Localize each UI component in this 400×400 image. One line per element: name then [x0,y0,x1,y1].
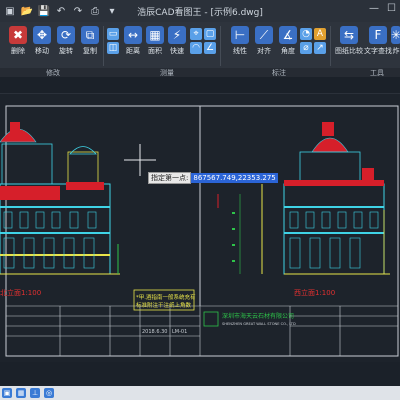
osnap-icon[interactable]: ◎ [44,388,54,398]
tooltip-coordinate-input[interactable]: 867567.749,22353.275 [191,172,278,183]
text-find-button[interactable]: F 文字查找 [364,26,392,56]
company-name-en: SHENZHEN GREAT WALL STONE CO., LTD [222,322,296,326]
copy-button[interactable]: ⧉ 复制 [78,26,102,56]
angle-dim-icon: ∡ [279,26,297,44]
move-button[interactable]: ✥ 移动 [30,26,54,56]
snap-icon[interactable]: ▣ [2,388,12,398]
left-elevation-drawing [0,122,120,275]
coordinate-tooltip: 指定第一点: 867567.749,22353.275 [148,171,278,184]
ortho-icon[interactable]: ⊥ [30,388,40,398]
explode-icon: ✳ [390,26,400,44]
perimeter-icon[interactable]: ▢ [204,28,216,40]
distance-button[interactable]: ↔ 距离 [121,26,145,56]
compare-icon: ⇆ [340,26,358,44]
company-logo-icon [203,311,219,327]
tooltip-label: 指定第一点: [148,171,192,184]
ribbon-separator [220,26,221,66]
area-button[interactable]: ▦ 面积 [143,26,167,56]
print-icon[interactable]: ⎙ [89,5,101,17]
move-icon: ✥ [33,26,51,44]
minimize-icon[interactable]: — [369,3,379,14]
dropdown-icon[interactable]: ▾ [106,5,118,17]
status-bar: ▣ ▦ ⊥ ◎ [0,386,400,400]
save-icon[interactable]: 💾 [38,5,50,17]
title-block-code: LM-01 [172,329,187,335]
area-icon: ▦ [146,26,164,44]
app-logo-icon[interactable]: ▣ [4,5,16,17]
arc-length-icon[interactable]: ◠ [190,42,202,54]
text-find-icon: F [369,26,387,44]
right-elevation-drawing [217,122,390,275]
quick-measure-button[interactable]: ⚡ 快速 [165,26,189,56]
rotate-icon: ⟳ [57,26,75,44]
note-line-2: 标准附注干注纸上角数 [136,301,192,309]
linear-dim-button[interactable]: ⊢ 线性 [228,26,252,56]
title-block-date: 2018.6.30 [142,329,167,335]
redo-icon[interactable]: ↷ [72,5,84,17]
ribbon-toolbar: ✖ 删除 ✥ 移动 ⟳ 旋转 ⧉ 复制 ▭ ◫ ↔ 距离 ▦ 面积 ⚡ 快速 ⌖… [0,22,400,69]
quick-access-toolbar: ▣ 📂 💾 ↶ ↷ ⎙ ▾ [0,5,118,17]
right-elevation-caption: 西立面1:100 [294,288,335,297]
company-name: 深圳市海天云石材有限公司 [222,312,294,320]
ribbon-separator [103,26,104,66]
linear-dim-icon: ⊢ [231,26,249,44]
quick-measure-icon: ⚡ [168,26,186,44]
mirror-icon[interactable]: ◫ [107,42,119,54]
angle-dim-button[interactable]: ∡ 角度 [276,26,300,56]
grid-icon[interactable]: ▦ [16,388,26,398]
canvas-bottom-area [0,362,400,386]
rotate-button[interactable]: ⟳ 旋转 [54,26,78,56]
drawing-canvas[interactable]: 北立面1:100 西立面1:100 *甲.酒指南一般系统充有 标准附注干注纸上角… [0,94,400,362]
coordinate-icon[interactable]: ⌖ [190,28,202,40]
distance-icon: ↔ [124,26,142,44]
align-dim-icon: ⟋ [255,26,273,44]
compare-button[interactable]: ⇆ 图纸比较 [334,26,364,56]
explode-button[interactable]: ✳ 炸 [390,26,400,56]
maximize-icon[interactable]: ☐ [387,3,396,14]
diameter-dim-icon[interactable]: ⌀ [300,42,312,54]
ribbon-separator [330,26,331,66]
eraser-icon: ✖ [9,26,27,44]
copy-icon: ⧉ [81,26,99,44]
align-dim-button[interactable]: ⟋ 对齐 [252,26,276,56]
drawing-tab-bar [0,77,400,94]
angle-measure-icon[interactable]: ∠ [204,42,216,54]
title-bar: ▣ 📂 💾 ↶ ↷ ⎙ ▾ 浩辰CAD看图王 - [示例6.dwg] — ☐ [0,0,400,22]
title-block [6,305,398,356]
radius-dim-icon[interactable]: ◔ [300,28,312,40]
cad-drawing-svg: 北立面1:100 西立面1:100 *甲.酒指南一般系统充有 标准附注干注纸上角… [0,105,399,357]
left-elevation-caption: 北立面1:100 [0,288,41,297]
open-file-icon[interactable]: 📂 [21,5,33,17]
note-line-1: *甲.酒指南一般系统充有 [136,293,196,301]
delete-button[interactable]: ✖ 删除 [6,26,30,56]
ribbon-group-labels: 修改 测量 标注 工具 [0,68,400,77]
scale-icon[interactable]: ▭ [107,28,119,40]
undo-icon[interactable]: ↶ [55,5,67,17]
leader-icon[interactable]: ↗ [314,42,326,54]
text-annotation-icon[interactable]: A [314,28,326,40]
